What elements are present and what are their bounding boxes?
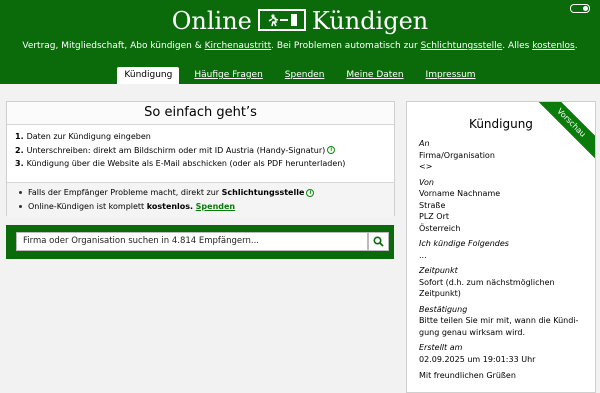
zeitpunkt-line: Zeitpunkt) (419, 289, 461, 298)
step-number: 1. (15, 132, 24, 141)
tagline-text: . (574, 41, 578, 51)
tagline: Vertrag, Mitgliedschaft, Abo kündigen & … (0, 41, 600, 51)
step-text: Daten zur Kündigung eingeben (26, 132, 151, 141)
search-bar: Firma oder Organisation suchen in 4.814 … (6, 225, 394, 259)
steps-list: 1. Daten zur Kündigung eingeben 2. Untersc… (7, 125, 394, 182)
bullet-icon (19, 205, 22, 208)
tagline-text: Vertrag, Mitgliedschaft, Abo kündigen & (22, 41, 205, 51)
zeitpunkt-line: Sofort (d.h. zum nächstmöglichen (419, 277, 555, 287)
note-item: Online-Kündigen ist komplett kostenlos. … (19, 200, 394, 214)
step-item: 1. Daten zur Kündigung eingeben (15, 130, 394, 144)
search-button[interactable] (368, 232, 389, 251)
tab-faq[interactable]: Häufige Fragen (187, 67, 269, 84)
bestaetigung-label: Bestätigung (419, 304, 468, 314)
search-input[interactable]: Firma oder Organisation suchen in 4.814 … (16, 232, 368, 251)
note-item: Falls der Empfänger Probleme macht, dire… (19, 186, 394, 200)
step-text: Unterschreiben: direkt am Bildschirm ode… (26, 145, 326, 155)
an-label: An (419, 139, 430, 148)
step-number: 3. (15, 159, 24, 168)
logo-text-right: Kündigen (311, 7, 429, 35)
erstellt-value: 02.09.2025 um 19:01:33 Uhr (419, 354, 536, 364)
bullet-icon (19, 191, 22, 194)
tab-impressum[interactable]: Impressum (419, 67, 483, 84)
step-number: 2. (15, 145, 24, 155)
folgendes-label: Ich kündige Folgendes (419, 239, 509, 248)
gruesse-line: Mit freundlichen Grüßen (419, 371, 516, 380)
schlichtungsstelle-link[interactable]: Schlichtungsstelle (421, 41, 503, 51)
site-header: Online Kündigen Vertrag, Mitgliedschaft, … (0, 0, 600, 84)
note-bold: kostenlos. (146, 202, 194, 211)
von-line: Straße (419, 200, 446, 210)
kostenlos-link[interactable]: kostenlos (532, 41, 575, 51)
an-line: Firma/Organisation (419, 150, 495, 160)
site-logo[interactable]: Online Kündigen (0, 6, 600, 36)
von-label: Von (419, 177, 434, 187)
von-line: PLZ Ort (419, 212, 450, 221)
step-item: 3. Kündigung über die Website als E-Mail … (15, 157, 394, 171)
step-text: Kündigung über die Website als E-Mail ab… (26, 159, 346, 168)
bestaetigung-line: Bitte teilen Sie mir mit, wann die Kündi… (419, 316, 579, 325)
erstellt-label: Erstellt am (419, 343, 463, 352)
bestaetigung-line: gung genau wirksam wird. (419, 327, 526, 337)
tagline-text: . Bei Problemen automatisch zur (271, 41, 421, 51)
preview-body: An Firma/Organisation <> Von Vorname Nac… (407, 132, 595, 382)
spenden-link[interactable]: Spenden (196, 202, 235, 211)
kirchenaustritt-link[interactable]: Kirchenaustritt (205, 41, 272, 51)
letter-preview: Vorschau Kündigung An Firma/Organisation… (406, 101, 596, 393)
tagline-text: . Alles (502, 41, 533, 51)
an-line: <> (419, 162, 433, 171)
search-icon (373, 236, 384, 247)
von-line: Vorname Nachname (419, 189, 501, 198)
notes-box: Falls der Empfänger Probleme macht, dire… (7, 182, 394, 217)
note-bold: Schlichtungsstelle (221, 188, 305, 197)
step-item: 2. Unterschreiben: direkt am Bildschirm o… (15, 144, 394, 158)
tab-spenden[interactable]: Spenden (278, 67, 332, 84)
how-it-works-title: So einfach geht’s (7, 102, 394, 125)
info-icon[interactable]: i (327, 146, 336, 154)
folgendes-value: ... (419, 250, 427, 260)
exit-door-icon (257, 8, 306, 31)
von-line: Österreich (419, 223, 461, 233)
info-icon[interactable]: i (306, 188, 315, 197)
logo-text-left: Online (171, 7, 252, 35)
note-text: Falls der Empfänger Probleme macht, dire… (28, 188, 222, 197)
tab-kuendigung[interactable]: Kündigung (117, 67, 180, 84)
tab-meine-daten[interactable]: Meine Daten (339, 67, 410, 84)
main-nav: Kündigung Häufige Fragen Spenden Meine D… (0, 67, 600, 84)
how-it-works-card: So einfach geht’s 1. Daten zur Kündigung … (6, 101, 395, 217)
zeitpunkt-label: Zeitpunkt (419, 266, 458, 275)
note-text: Online-Kündigen ist komplett (28, 202, 147, 211)
